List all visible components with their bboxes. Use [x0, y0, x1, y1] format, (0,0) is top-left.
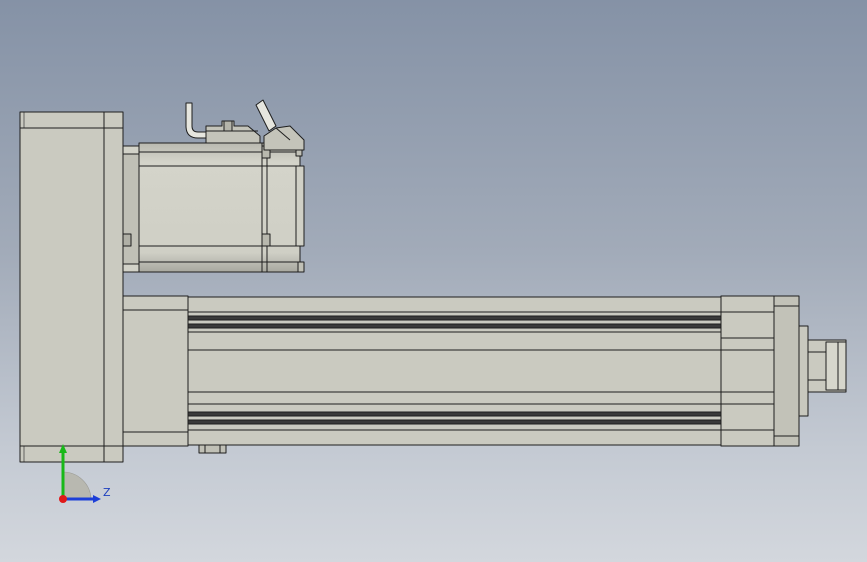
actuator-body[interactable]: [187, 296, 722, 446]
actuator-front-cap[interactable]: [720, 295, 800, 447]
lower-t-slot-2: [187, 419, 722, 425]
cad-viewport[interactable]: Z: [0, 0, 867, 562]
power-cable-connector[interactable]: [185, 102, 207, 139]
x-axis-dot: [59, 495, 67, 503]
sensor-bracket[interactable]: [198, 444, 227, 454]
actuator-drawing: [19, 99, 847, 503]
lower-t-slot: [187, 411, 722, 417]
motor-flange[interactable]: [122, 145, 140, 273]
upper-t-slot-2: [187, 323, 722, 329]
rod-end-nut[interactable]: [807, 339, 847, 393]
z-axis-label: Z: [103, 486, 111, 499]
motor-connector-housing[interactable]: [205, 120, 261, 144]
actuator-rear-block[interactable]: [122, 295, 189, 447]
servo-motor[interactable]: [138, 142, 305, 273]
triad-plane: [62, 471, 92, 500]
upper-t-slot: [187, 315, 722, 321]
drive-housing-plate[interactable]: [19, 111, 124, 463]
rod-seal-boss[interactable]: [798, 325, 809, 417]
